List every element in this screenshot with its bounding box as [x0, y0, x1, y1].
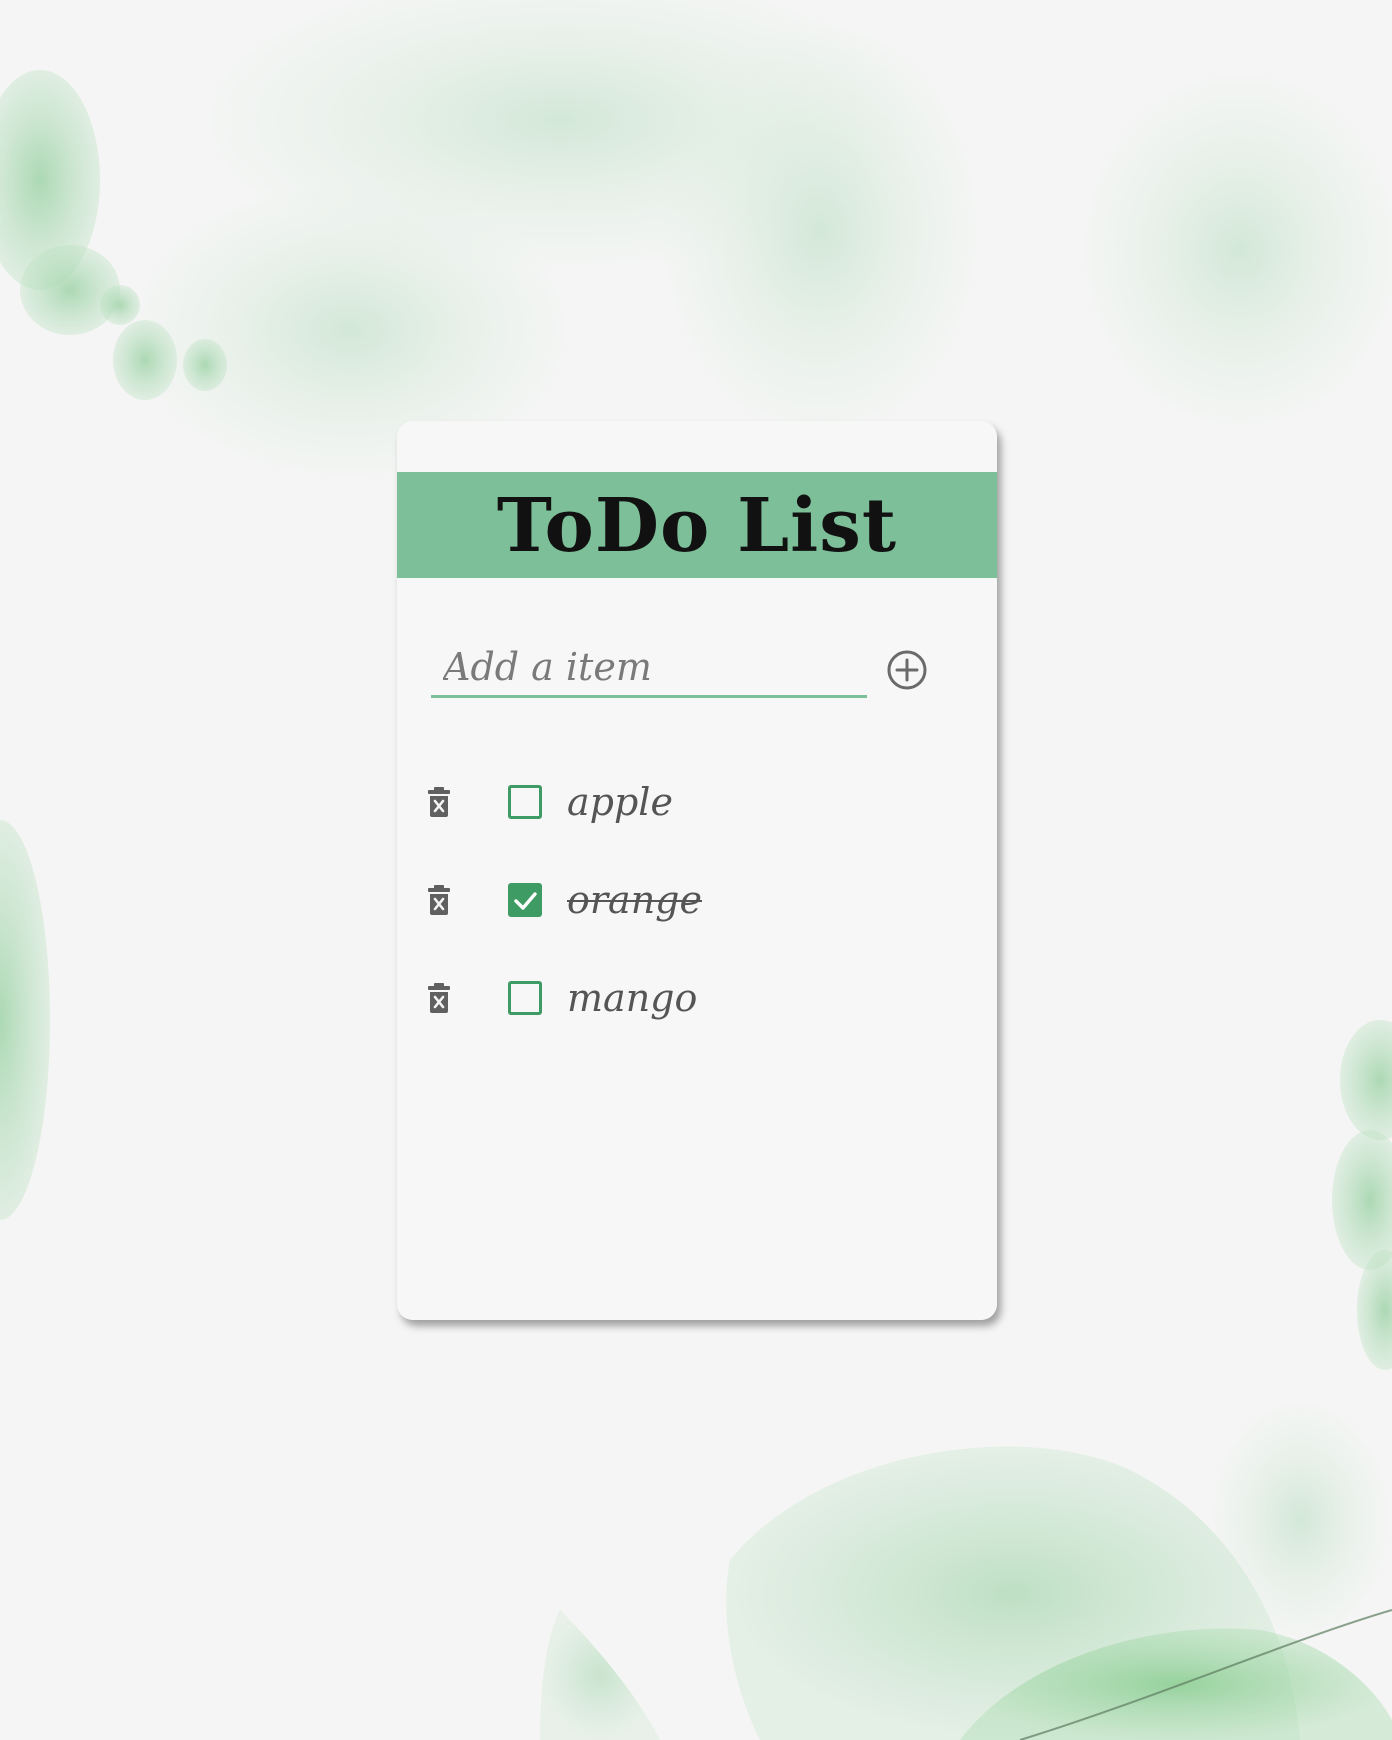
list-item: mango	[427, 962, 967, 1060]
todo-list: apple orange mango	[427, 766, 967, 1060]
add-item-row	[431, 639, 966, 719]
item-text: mango	[567, 976, 698, 1020]
item-text: orange	[567, 878, 702, 922]
page-title: ToDo List	[496, 483, 898, 569]
delete-item-button[interactable]	[427, 786, 451, 818]
trash-icon	[428, 885, 450, 915]
card-header: ToDo List	[397, 472, 997, 578]
item-checkbox[interactable]	[508, 981, 542, 1015]
add-item-input[interactable]	[431, 639, 867, 698]
plus-circle-icon	[887, 650, 927, 690]
add-item-button[interactable]	[886, 649, 928, 691]
checkmark-icon	[514, 892, 537, 910]
list-item: apple	[427, 766, 967, 864]
list-item: orange	[427, 864, 967, 962]
todo-card: ToDo List apple	[397, 421, 997, 1320]
item-text: apple	[567, 780, 673, 824]
trash-icon	[428, 787, 450, 817]
delete-item-button[interactable]	[427, 982, 451, 1014]
delete-item-button[interactable]	[427, 884, 451, 916]
item-checkbox[interactable]	[508, 785, 542, 819]
item-checkbox[interactable]	[508, 883, 542, 917]
trash-icon	[428, 983, 450, 1013]
